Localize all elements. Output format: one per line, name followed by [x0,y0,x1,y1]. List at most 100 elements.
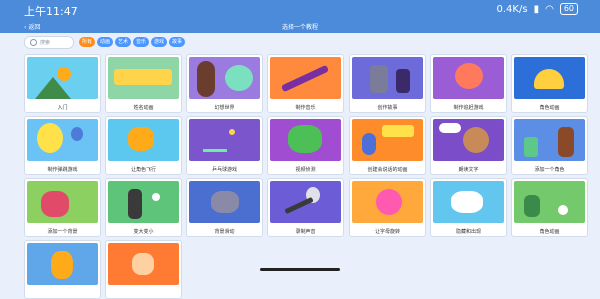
network-speed: 0.4K/s [496,3,528,15]
status-bar: 上午11:47 0.4K/s ▮ ◠ 60 [0,0,600,20]
tutorial-label: 角色动画 [539,229,560,235]
thumbnail-shape [280,64,330,93]
tutorial-card[interactable]: 幻想世界 [186,54,263,113]
tutorial-card[interactable]: 制作弹跳游戏 [24,116,101,175]
wifi-icon: ◠ [545,3,554,15]
tutorial-label: 乒乓球游戏 [211,167,237,173]
tutorial-card[interactable]: 录制声音 [267,178,344,237]
tutorial-card[interactable]: 朗读文字 [430,116,507,175]
thumbnail-shape [524,137,538,157]
thumbnail-shape [376,189,402,215]
tutorial-grid: 入门 姓名动画 幻想世界 制作音乐 创作故事 制作追赶游戏 角色动画 制作弹跳游戏 让角色飞行乒… [0,51,600,299]
thumbnail-shape [37,123,63,153]
tutorial-card[interactable]: 添加一个角色 [511,116,588,175]
thumbnail-shape [51,251,73,279]
thumbnail-shape [439,123,461,133]
home-indicator[interactable] [260,268,340,271]
tutorial-card[interactable]: 添加一个背景 [24,178,101,237]
search-placeholder: 搜索 [40,40,51,46]
tutorial-card[interactable] [24,240,101,299]
unicorn-icon [433,181,504,223]
cat-icon [27,243,98,285]
tutorial-card[interactable] [105,240,182,299]
microphone-icon [270,181,341,223]
tutorial-card[interactable]: 背景滑动 [186,178,263,237]
thumbnail-shape [362,133,376,155]
tutorial-label: 入门 [57,105,68,111]
thumbnail-shape [152,193,160,201]
tutorial-label: 角色动画 [539,105,560,111]
taco-icon [514,57,585,99]
tutorial-label: 添加一个背景 [47,229,78,235]
thumbnail-shape [534,69,564,89]
pong-icon [189,119,260,161]
tutorial-card[interactable]: 让角色飞行 [105,116,182,175]
thumbnail-shape [463,127,489,153]
signal-icon: ▮ [533,3,540,15]
octopus-icon [433,57,504,99]
anya-letters-icon [108,57,179,99]
wizard-icon [352,57,423,99]
thumbnail-shape [197,61,215,97]
filter-chip[interactable]: 故事 [169,37,185,47]
donut-icon [352,181,423,223]
soccer-icon [514,181,585,223]
tutorial-label: 制作弹跳游戏 [47,167,78,173]
tutorial-label: 姓名动画 [133,105,154,111]
dragon-icon [270,119,341,161]
filter-chip[interactable]: 动画 [97,37,113,47]
thumbnail-shape [451,191,483,213]
thumbnail-shape [114,69,172,85]
filter-chip[interactable]: 游戏 [151,37,167,47]
speaker-icon [433,119,504,161]
thumbnail-shape [128,189,142,219]
thumbnail-shape [211,191,239,213]
thumbnail-shape [558,205,568,215]
tutorial-card[interactable]: 制作追赶游戏 [430,54,507,113]
characters-icon [514,119,585,161]
filter-chip[interactable]: 所有 [79,37,95,47]
guitar-icon [270,57,341,99]
thumbnail-shape [128,127,154,151]
fantasy-icon [189,57,260,99]
tutorial-label: 录制声音 [295,229,316,235]
tutorial-card[interactable]: 角色动画 [511,178,588,237]
filter-chip[interactable]: 艺术 [115,37,131,47]
tutorial-label: 让角色飞行 [130,167,156,173]
bat-icon [189,181,260,223]
tutorial-label: 让字母旋转 [374,229,400,235]
tutorial-card[interactable]: 角色动画 [511,54,588,113]
tutorial-card[interactable]: 隐藏和出现 [430,178,507,237]
tutorial-card[interactable]: 创作故事 [349,54,426,113]
thumbnail-shape [370,65,388,93]
filter-bar: 搜索 所有 动画 艺术 音乐 游戏 故事 [0,33,600,51]
status-right: 0.4K/s ▮ ◠ 60 [497,3,578,15]
tutorial-card[interactable]: 乒乓球游戏 [186,116,263,175]
thumbnail-shape [225,65,253,91]
tutorial-card[interactable]: 视频侦测 [267,116,344,175]
battery-icon: 60 [559,3,578,15]
tutorial-card[interactable]: 创建会说话的动画 [349,116,426,175]
tutorial-label: 制作音乐 [295,105,316,111]
tutorial-label: 背景滑动 [214,229,235,235]
tutorial-card[interactable]: 制作音乐 [267,54,344,113]
tutorial-label: 幻想世界 [214,105,235,111]
thumbnail-shape [524,195,540,217]
thumbnail-shape [288,125,322,153]
filter-chip[interactable]: 音乐 [133,37,149,47]
tutorial-card[interactable]: 入门 [24,54,101,113]
thumbnail-shape [229,129,235,135]
giant-icon [108,181,179,223]
page-title: 选择一个教程 [281,24,318,31]
tutorial-card[interactable]: 姓名动画 [105,54,182,113]
thumbnail-shape [284,196,314,215]
nav-bar: ‹ 返回 选择一个教程 [0,20,600,33]
tutorial-card[interactable]: 变大变小 [105,178,182,237]
thumbnail-shape [382,125,414,137]
thumbnail-shape [558,127,574,157]
search-input[interactable]: 搜索 [24,36,74,49]
flying-cat-icon [108,119,179,161]
hello-icon [352,119,423,161]
tutorial-card[interactable]: 让字母旋转 [349,178,426,237]
dog-icon [108,243,179,285]
